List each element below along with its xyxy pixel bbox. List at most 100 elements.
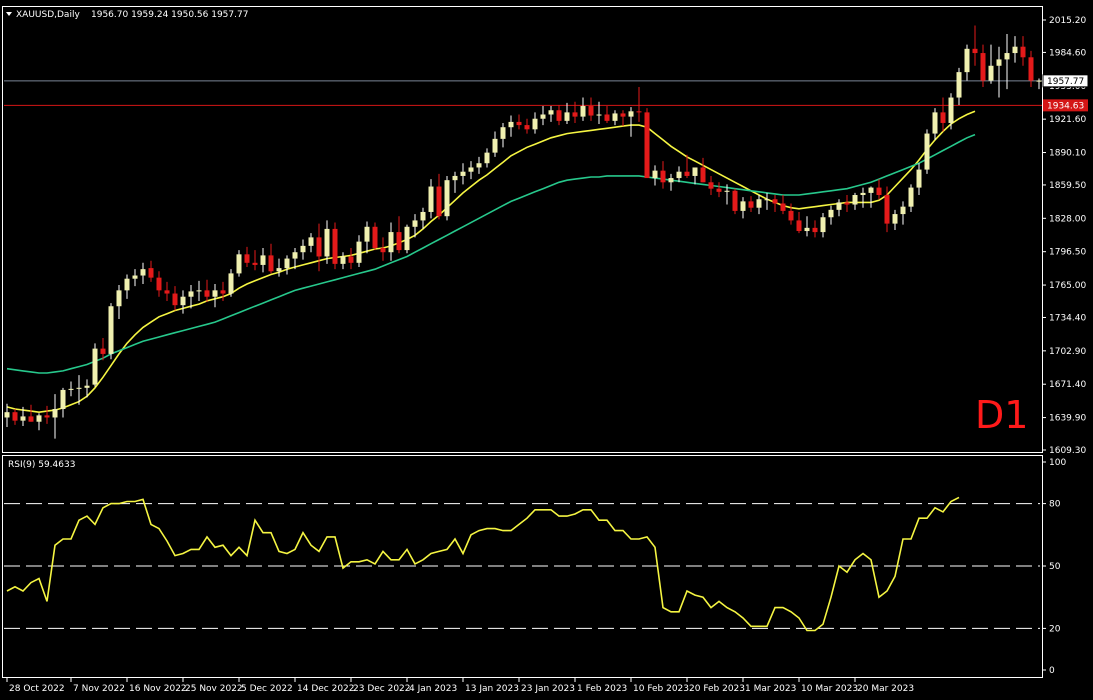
candle-body bbox=[172, 293, 178, 306]
candle-body bbox=[444, 180, 450, 217]
chart-ohlc-values: 1956.70 1959.24 1950.56 1957.77 bbox=[91, 10, 248, 20]
candle-body bbox=[660, 170, 666, 183]
bullish-candle bbox=[60, 387, 66, 418]
price-level-lines bbox=[4, 80, 1042, 106]
candle-body bbox=[124, 278, 130, 291]
bullish-candle bbox=[540, 106, 546, 126]
bullish-candle bbox=[68, 381, 74, 397]
bearish-candle bbox=[588, 97, 594, 121]
candle-body bbox=[1004, 53, 1010, 60]
candle-body bbox=[28, 416, 34, 422]
candle-body bbox=[740, 201, 746, 211]
candle-body bbox=[508, 121, 514, 128]
bullish-candle bbox=[852, 192, 858, 210]
candle-body bbox=[548, 110, 554, 115]
bullish-candle bbox=[284, 255, 290, 275]
candle-body bbox=[420, 211, 426, 221]
candle-body bbox=[132, 275, 138, 279]
candle-body bbox=[956, 72, 962, 98]
bullish-candle bbox=[236, 250, 242, 277]
candle-body bbox=[100, 348, 106, 354]
candle-body bbox=[540, 114, 546, 119]
rsi-pane: 100 80 50 20 0 bbox=[4, 458, 1066, 676]
bearish-candle bbox=[700, 157, 706, 183]
bullish-candle bbox=[652, 165, 658, 186]
bullish-candle bbox=[428, 179, 434, 219]
candle-body bbox=[732, 190, 738, 211]
bullish-candle bbox=[340, 252, 346, 270]
candle-body bbox=[220, 290, 226, 294]
price-tick-label: 1702.90 bbox=[1049, 347, 1086, 357]
rsi-tick-label: 0 bbox=[1049, 666, 1055, 676]
chart-symbol-title: XAUUSD,Daily bbox=[16, 10, 80, 20]
bearish-candle bbox=[748, 196, 754, 212]
candle-body bbox=[156, 277, 162, 291]
candle-body bbox=[724, 190, 730, 192]
bearish-candle bbox=[516, 114, 522, 130]
candle-body bbox=[764, 199, 770, 201]
candle-body bbox=[332, 228, 338, 264]
bullish-candle bbox=[580, 97, 586, 121]
bearish-candle bbox=[972, 25, 978, 66]
bullish-candle bbox=[764, 192, 770, 210]
bullish-candle bbox=[420, 207, 426, 229]
bearish-candle bbox=[524, 118, 530, 134]
bullish-candle bbox=[212, 283, 218, 308]
candle-body bbox=[860, 192, 866, 196]
chart-window: XAUUSD,Daily 1956.70 1959.24 1950.56 195… bbox=[0, 0, 1093, 700]
candle-body bbox=[780, 203, 786, 211]
candle-body bbox=[36, 415, 42, 422]
price-tick-label: 1796.50 bbox=[1049, 248, 1086, 258]
candle-body bbox=[940, 112, 946, 123]
candle-body bbox=[564, 112, 570, 121]
bearish-candle bbox=[268, 243, 274, 274]
rsi-tick-label: 80 bbox=[1049, 500, 1061, 510]
dropdown-triangle-icon[interactable] bbox=[6, 12, 12, 16]
time-tick-label: 23 Jan 2023 bbox=[521, 684, 575, 694]
candle-body bbox=[748, 201, 754, 208]
bearish-candle bbox=[316, 223, 322, 272]
bullish-candle bbox=[908, 184, 914, 212]
candle-body bbox=[60, 389, 66, 410]
bearish-candle bbox=[812, 220, 818, 238]
bearish-candle bbox=[876, 179, 882, 200]
bullish-candle bbox=[180, 290, 186, 314]
time-tick-label: 1 Feb 2023 bbox=[577, 684, 627, 694]
bullish-candle bbox=[324, 220, 330, 264]
candle-body bbox=[644, 112, 650, 179]
candle-body bbox=[180, 296, 186, 306]
candle-body bbox=[652, 170, 658, 179]
time-tick-label: 13 Jan 2023 bbox=[465, 684, 519, 694]
rsi-line bbox=[6, 496, 960, 632]
candle-body bbox=[372, 226, 378, 248]
candle-body bbox=[84, 385, 90, 388]
candle-body bbox=[316, 237, 322, 257]
candle-body bbox=[996, 59, 1002, 66]
price-tick-label: 1734.40 bbox=[1049, 313, 1086, 323]
bullish-candle bbox=[476, 156, 482, 174]
candle-body bbox=[68, 388, 74, 390]
bullish-candle bbox=[36, 413, 42, 431]
candle-body bbox=[108, 306, 114, 354]
candle-body bbox=[804, 227, 810, 232]
candle-body bbox=[1028, 57, 1034, 81]
candles bbox=[4, 25, 1042, 439]
candle-body bbox=[164, 290, 170, 294]
candle-body bbox=[532, 118, 538, 130]
bearish-candle bbox=[772, 195, 778, 212]
candle-body bbox=[412, 220, 418, 227]
candle-body bbox=[900, 206, 906, 215]
candle-body bbox=[236, 254, 242, 274]
candle-body bbox=[1036, 80, 1042, 82]
candle-body bbox=[428, 186, 434, 212]
bearish-candle bbox=[204, 279, 210, 303]
candle-body bbox=[308, 237, 314, 246]
bullish-candle bbox=[836, 199, 842, 217]
price-tick-label: 1765.00 bbox=[1049, 281, 1086, 291]
candle-body bbox=[20, 416, 26, 421]
price-tick-label: 1609.30 bbox=[1049, 446, 1086, 456]
candle-body bbox=[908, 187, 914, 207]
candle-body bbox=[76, 387, 82, 389]
candle-body bbox=[516, 121, 522, 126]
candle-body bbox=[588, 106, 594, 116]
